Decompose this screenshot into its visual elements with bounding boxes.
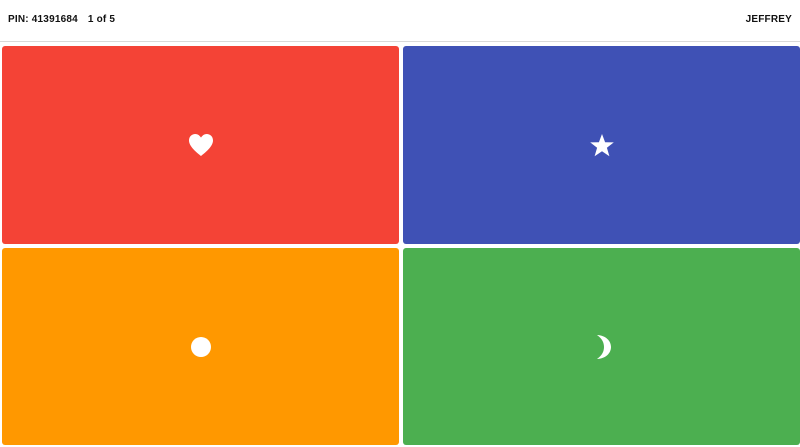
game-info: PIN: 41391684 1 of 5 — [8, 14, 115, 25]
heart-icon — [188, 133, 214, 157]
game-pin: PIN: 41391684 — [8, 14, 78, 25]
question-progress: 1 of 5 — [87, 14, 116, 25]
player-name: JEFFREY — [745, 14, 792, 25]
star-icon — [589, 133, 615, 158]
answer-grid — [0, 44, 800, 447]
answer-button-moon[interactable] — [403, 248, 800, 445]
top-bar: PIN: 41391684 1 of 5 JEFFREY — [0, 0, 800, 42]
moon-icon — [592, 334, 612, 360]
circle-icon — [190, 336, 212, 358]
answer-button-star[interactable] — [403, 46, 800, 244]
answer-button-circle[interactable] — [2, 248, 399, 445]
answer-button-heart[interactable] — [2, 46, 399, 244]
